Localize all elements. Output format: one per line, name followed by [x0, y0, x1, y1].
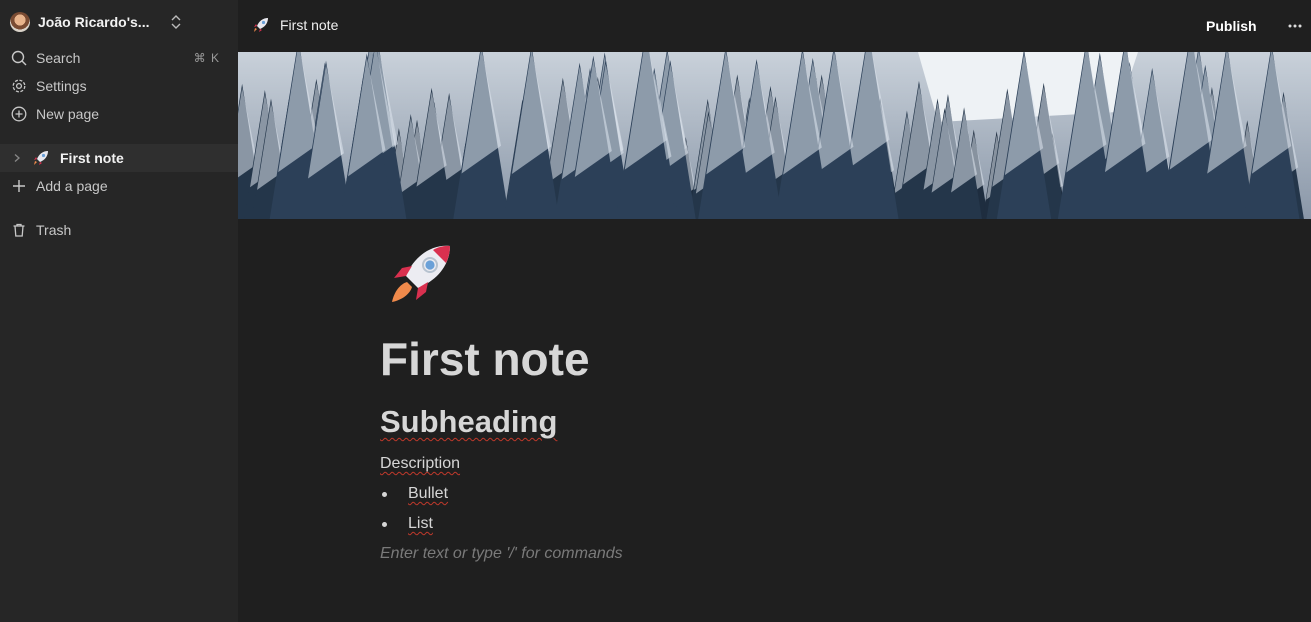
breadcrumb[interactable]: First note — [252, 16, 338, 34]
rocket-icon — [254, 18, 268, 32]
rocket-icon[interactable] — [388, 242, 454, 308]
rocket-icon — [32, 149, 50, 167]
search-icon — [10, 49, 28, 67]
top-bar: First note Publish — [238, 0, 1311, 52]
ellipsis-icon[interactable] — [1284, 14, 1306, 38]
list-item-text: Bullet — [408, 485, 449, 502]
list-item[interactable]: Bullet — [380, 485, 448, 503]
page-title[interactable]: First note — [380, 332, 590, 386]
chevron-updown-icon — [171, 15, 181, 29]
subheading[interactable]: Subheading — [380, 404, 557, 440]
chevron-right-icon[interactable] — [10, 151, 24, 165]
cover-image[interactable] — [238, 52, 1311, 219]
shortcut-hint: ⌘ K — [193, 51, 220, 65]
sidebar-item-label: Settings — [36, 78, 87, 94]
snowy-forest-image — [238, 52, 1311, 219]
sidebar-item-label: Add a page — [36, 178, 108, 194]
plus-icon — [10, 177, 28, 195]
trash-icon — [10, 221, 28, 239]
sidebar-item-trash[interactable]: Trash — [0, 216, 238, 244]
plus-circle-icon — [10, 105, 28, 123]
bullet-dot — [382, 491, 387, 497]
sidebar-item-new-page[interactable]: New page — [0, 100, 238, 128]
sidebar: João Ricardo's... Search ⌘ K Settings Ne… — [0, 0, 238, 622]
breadcrumb-label: First note — [280, 17, 339, 33]
list-item[interactable]: List — [380, 515, 433, 533]
sidebar-item-search[interactable]: Search ⌘ K — [0, 44, 238, 72]
workspace-name: João Ricardo's... — [38, 14, 150, 30]
editor-placeholder[interactable]: Enter text or type '/' for commands — [380, 545, 623, 563]
bullet-dot — [382, 521, 387, 527]
avatar — [10, 12, 30, 32]
list-item-text: List — [408, 515, 433, 532]
sidebar-item-label: Trash — [36, 222, 72, 238]
paragraph[interactable]: Description — [380, 455, 460, 473]
sidebar-item-label: New page — [36, 106, 100, 122]
workspace-switcher[interactable]: João Ricardo's... — [0, 0, 238, 44]
sidebar-item-add-page[interactable]: Add a page — [0, 172, 238, 200]
sidebar-item-label: First note — [60, 150, 124, 166]
sidebar-item-settings[interactable]: Settings — [0, 72, 238, 100]
sidebar-item-label: Search — [36, 50, 81, 66]
publish-button[interactable]: Publish — [1196, 14, 1267, 38]
gear-icon — [10, 77, 28, 95]
sidebar-page-first-note[interactable]: First note — [0, 144, 238, 172]
